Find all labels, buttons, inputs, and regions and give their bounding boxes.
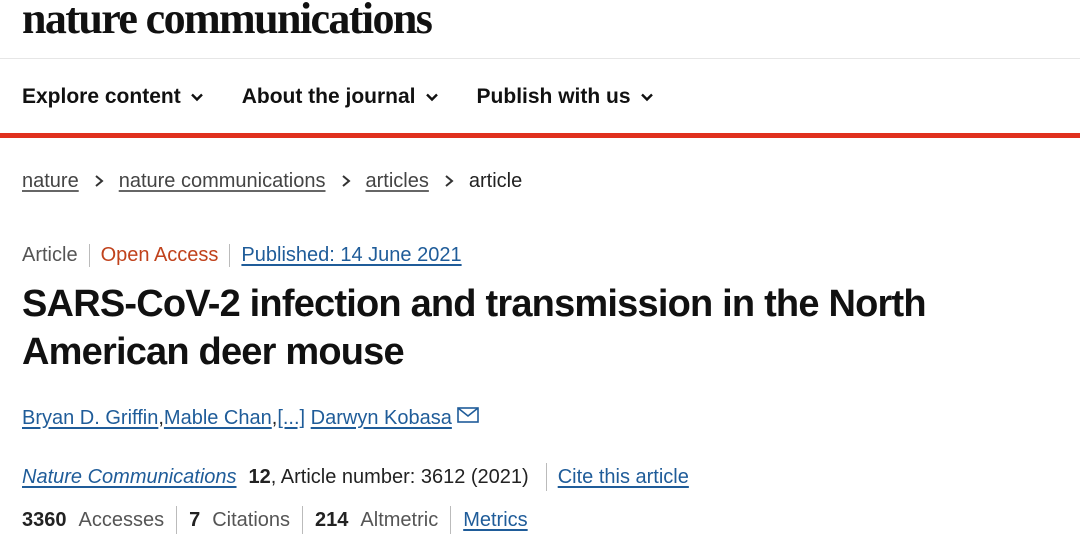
nav-item-label: About the journal <box>241 85 416 108</box>
citations-label: Citations <box>212 508 291 531</box>
breadcrumb-articles[interactable]: articles <box>366 170 429 193</box>
cite-this-article-link[interactable]: Cite this article <box>558 466 689 489</box>
published-date-link[interactable]: Published: 14 June 2021 <box>230 244 461 267</box>
chevron-right-icon <box>341 175 351 187</box>
article-title: SARS-CoV-2 infection and transmission in… <box>22 283 927 373</box>
chevron-right-icon <box>95 175 104 187</box>
citations-count: 7 <box>189 508 201 531</box>
nav-item-label: Publish with us <box>476 85 631 108</box>
breadcrumb-nature-communications[interactable]: nature communications <box>119 170 326 193</box>
header-divider <box>0 58 1080 59</box>
accesses-label: Accesses <box>78 508 165 531</box>
chevron-right-icon <box>445 175 454 187</box>
altmetric-score: 214 <box>315 508 349 531</box>
volume-number: 12 <box>248 465 271 488</box>
envelope-icon[interactable] <box>457 407 479 423</box>
author-link[interactable]: Darwyn Kobasa <box>311 407 452 430</box>
author-list: Bryan D. Griffin , Mable Chan , [...] Da… <box>22 403 479 433</box>
nav-explore-content[interactable]: Explore content <box>22 85 204 109</box>
divider <box>545 463 547 491</box>
article-metrics: 3360 Accesses 7 Citations 214 Altmetric … <box>22 505 528 535</box>
chevron-down-icon <box>190 93 203 102</box>
altmetric-label: Altmetric <box>360 508 439 531</box>
citation-line: Nature Communications 12 , Article numbe… <box>22 462 689 492</box>
nav-about-journal[interactable]: About the journal <box>242 85 439 109</box>
open-access-badge: Open Access <box>90 243 231 267</box>
site-logo[interactable]: nature communications <box>22 0 433 42</box>
author-link[interactable]: Bryan D. Griffin <box>22 407 158 430</box>
main-nav: Explore content About the journal Publis… <box>22 80 692 114</box>
author-link[interactable]: Mable Chan <box>164 407 272 430</box>
breadcrumb-current: article <box>468 169 523 192</box>
nav-publish-with-us[interactable]: Publish with us <box>477 85 654 109</box>
show-all-authors-button[interactable]: [...] <box>277 407 305 430</box>
chevron-down-icon <box>425 93 438 102</box>
accesses-count: 3360 <box>22 508 67 531</box>
divider <box>176 506 178 534</box>
breadcrumb: nature nature communications articles ar… <box>22 166 522 196</box>
article-number: , Article number: 3612 (2021) <box>270 465 529 488</box>
divider <box>450 506 452 534</box>
accent-bar <box>0 133 1080 138</box>
nav-item-label: Explore content <box>22 85 181 108</box>
metrics-link[interactable]: Metrics <box>463 509 527 532</box>
article-meta: Article Open Access Published: 14 June 2… <box>22 240 462 270</box>
journal-name-link[interactable]: Nature Communications <box>22 466 237 489</box>
divider <box>302 506 304 534</box>
chevron-down-icon <box>640 93 653 102</box>
article-type: Article <box>22 243 90 267</box>
breadcrumb-nature[interactable]: nature <box>22 170 79 193</box>
